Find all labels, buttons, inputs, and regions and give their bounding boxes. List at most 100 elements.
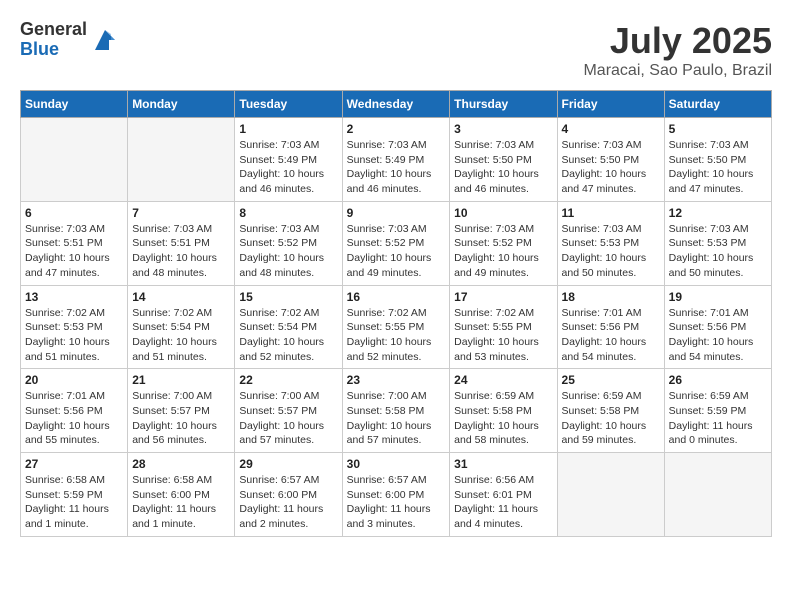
calendar-cell: 22 Sunrise: 7:00 AMSunset: 5:57 PMDayligh… bbox=[235, 369, 342, 453]
day-number: 5 bbox=[669, 122, 767, 136]
day-info: Sunrise: 7:02 AMSunset: 5:55 PMDaylight:… bbox=[454, 306, 552, 365]
week-row-4: 20Sunrise: 7:01 AMSunset: 5:56 PMDayligh… bbox=[21, 369, 772, 453]
day-info: Sunrise: 7:01 AMSunset: 5:56 PMDaylight:… bbox=[669, 306, 767, 365]
calendar-cell: 31 Sunrise: 6:56 AMSunset: 6:01 PMDayligh… bbox=[450, 453, 557, 537]
day-number: 8 bbox=[239, 206, 337, 220]
calendar-cell: 23Sunrise: 7:00 AMSunset: 5:58 PMDayligh… bbox=[342, 369, 450, 453]
weekday-header-monday: Monday bbox=[128, 91, 235, 118]
day-info: Sunrise: 7:00 AMSunset: 5:57 PMDaylight:… bbox=[132, 389, 230, 448]
calendar-cell: 14 Sunrise: 7:02 AMSunset: 5:54 PMDayligh… bbox=[128, 285, 235, 369]
calendar-table: SundayMondayTuesdayWednesdayThursdayFrid… bbox=[20, 90, 772, 537]
weekday-header-tuesday: Tuesday bbox=[235, 91, 342, 118]
calendar-cell: 11Sunrise: 7:03 AMSunset: 5:53 PMDayligh… bbox=[557, 201, 664, 285]
day-info: Sunrise: 7:03 AMSunset: 5:52 PMDaylight:… bbox=[347, 222, 446, 281]
day-number: 15 bbox=[239, 290, 337, 304]
calendar-cell: 5 Sunrise: 7:03 AMSunset: 5:50 PMDaylight… bbox=[664, 118, 771, 202]
day-info: Sunrise: 6:56 AMSunset: 6:01 PMDaylight:… bbox=[454, 473, 552, 532]
day-number: 1 bbox=[239, 122, 337, 136]
calendar-cell bbox=[21, 118, 128, 202]
logo-text: General Blue bbox=[20, 20, 87, 60]
day-number: 25 bbox=[562, 373, 660, 387]
day-number: 7 bbox=[132, 206, 230, 220]
calendar-cell: 16 Sunrise: 7:02 AMSunset: 5:55 PMDayligh… bbox=[342, 285, 450, 369]
logo: General Blue bbox=[20, 20, 119, 60]
calendar-cell bbox=[664, 453, 771, 537]
day-info: Sunrise: 7:03 AMSunset: 5:52 PMDaylight:… bbox=[239, 222, 337, 281]
page-header: General Blue July 2025 Maracai, Sao Paul… bbox=[20, 20, 772, 80]
calendar-cell: 4 Sunrise: 7:03 AMSunset: 5:50 PMDaylight… bbox=[557, 118, 664, 202]
day-info: Sunrise: 7:03 AMSunset: 5:50 PMDaylight:… bbox=[454, 138, 552, 197]
calendar-cell: 28Sunrise: 6:58 AMSunset: 6:00 PMDayligh… bbox=[128, 453, 235, 537]
calendar-cell: 3Sunrise: 7:03 AMSunset: 5:50 PMDaylight… bbox=[450, 118, 557, 202]
calendar-cell: 21Sunrise: 7:00 AMSunset: 5:57 PMDayligh… bbox=[128, 369, 235, 453]
day-info: Sunrise: 7:03 AMSunset: 5:49 PMDaylight:… bbox=[239, 138, 337, 197]
day-info: Sunrise: 6:59 AMSunset: 5:59 PMDaylight:… bbox=[669, 389, 767, 448]
day-info: Sunrise: 7:00 AMSunset: 5:58 PMDaylight:… bbox=[347, 389, 446, 448]
day-number: 2 bbox=[347, 122, 446, 136]
week-row-3: 13Sunrise: 7:02 AMSunset: 5:53 PMDayligh… bbox=[21, 285, 772, 369]
logo-icon bbox=[91, 26, 119, 54]
day-number: 16 bbox=[347, 290, 446, 304]
calendar-cell: 2 Sunrise: 7:03 AMSunset: 5:49 PMDaylight… bbox=[342, 118, 450, 202]
calendar-cell bbox=[128, 118, 235, 202]
day-info: Sunrise: 7:03 AMSunset: 5:51 PMDaylight:… bbox=[25, 222, 123, 281]
calendar-cell: 29 Sunrise: 6:57 AMSunset: 6:00 PMDayligh… bbox=[235, 453, 342, 537]
day-number: 11 bbox=[562, 206, 660, 220]
day-info: Sunrise: 6:57 AMSunset: 6:00 PMDaylight:… bbox=[347, 473, 446, 532]
day-info: Sunrise: 6:59 AMSunset: 5:58 PMDaylight:… bbox=[562, 389, 660, 448]
weekday-header-row: SundayMondayTuesdayWednesdayThursdayFrid… bbox=[21, 91, 772, 118]
day-info: Sunrise: 7:03 AMSunset: 5:51 PMDaylight:… bbox=[132, 222, 230, 281]
day-number: 13 bbox=[25, 290, 123, 304]
calendar-cell: 17Sunrise: 7:02 AMSunset: 5:55 PMDayligh… bbox=[450, 285, 557, 369]
calendar-cell: 26 Sunrise: 6:59 AMSunset: 5:59 PMDayligh… bbox=[664, 369, 771, 453]
day-number: 31 bbox=[454, 457, 552, 471]
day-info: Sunrise: 6:58 AMSunset: 5:59 PMDaylight:… bbox=[25, 473, 123, 532]
weekday-header-friday: Friday bbox=[557, 91, 664, 118]
calendar-cell: 12Sunrise: 7:03 AMSunset: 5:53 PMDayligh… bbox=[664, 201, 771, 285]
week-row-2: 6 Sunrise: 7:03 AMSunset: 5:51 PMDaylight… bbox=[21, 201, 772, 285]
calendar-cell bbox=[557, 453, 664, 537]
day-number: 30 bbox=[347, 457, 446, 471]
day-number: 27 bbox=[25, 457, 123, 471]
day-number: 6 bbox=[25, 206, 123, 220]
day-info: Sunrise: 6:59 AMSunset: 5:58 PMDaylight:… bbox=[454, 389, 552, 448]
day-number: 10 bbox=[454, 206, 552, 220]
day-info: Sunrise: 7:03 AMSunset: 5:49 PMDaylight:… bbox=[347, 138, 446, 197]
day-number: 14 bbox=[132, 290, 230, 304]
calendar-header: SundayMondayTuesdayWednesdayThursdayFrid… bbox=[21, 91, 772, 118]
day-number: 18 bbox=[562, 290, 660, 304]
day-info: Sunrise: 7:00 AMSunset: 5:57 PMDaylight:… bbox=[239, 389, 337, 448]
calendar-cell: 27 Sunrise: 6:58 AMSunset: 5:59 PMDayligh… bbox=[21, 453, 128, 537]
calendar-subtitle: Maracai, Sao Paulo, Brazil bbox=[583, 62, 772, 80]
calendar-cell: 18Sunrise: 7:01 AMSunset: 5:56 PMDayligh… bbox=[557, 285, 664, 369]
weekday-header-sunday: Sunday bbox=[21, 91, 128, 118]
calendar-cell: 8 Sunrise: 7:03 AMSunset: 5:52 PMDaylight… bbox=[235, 201, 342, 285]
day-number: 29 bbox=[239, 457, 337, 471]
calendar-cell: 13Sunrise: 7:02 AMSunset: 5:53 PMDayligh… bbox=[21, 285, 128, 369]
day-info: Sunrise: 7:03 AMSunset: 5:50 PMDaylight:… bbox=[562, 138, 660, 197]
calendar-cell: 9Sunrise: 7:03 AMSunset: 5:52 PMDaylight… bbox=[342, 201, 450, 285]
calendar-cell: 25 Sunrise: 6:59 AMSunset: 5:58 PMDayligh… bbox=[557, 369, 664, 453]
day-number: 4 bbox=[562, 122, 660, 136]
day-info: Sunrise: 6:57 AMSunset: 6:00 PMDaylight:… bbox=[239, 473, 337, 532]
calendar-body: 1 Sunrise: 7:03 AMSunset: 5:49 PMDaylight… bbox=[21, 118, 772, 537]
calendar-cell: 19 Sunrise: 7:01 AMSunset: 5:56 PMDayligh… bbox=[664, 285, 771, 369]
day-number: 26 bbox=[669, 373, 767, 387]
weekday-header-wednesday: Wednesday bbox=[342, 91, 450, 118]
day-info: Sunrise: 7:03 AMSunset: 5:50 PMDaylight:… bbox=[669, 138, 767, 197]
week-row-5: 27 Sunrise: 6:58 AMSunset: 5:59 PMDayligh… bbox=[21, 453, 772, 537]
calendar-cell: 7 Sunrise: 7:03 AMSunset: 5:51 PMDaylight… bbox=[128, 201, 235, 285]
day-number: 20 bbox=[25, 373, 123, 387]
weekday-header-saturday: Saturday bbox=[664, 91, 771, 118]
title-block: July 2025 Maracai, Sao Paulo, Brazil bbox=[583, 20, 772, 80]
week-row-1: 1 Sunrise: 7:03 AMSunset: 5:49 PMDaylight… bbox=[21, 118, 772, 202]
calendar-cell: 20Sunrise: 7:01 AMSunset: 5:56 PMDayligh… bbox=[21, 369, 128, 453]
logo-blue-text: Blue bbox=[20, 40, 87, 60]
day-info: Sunrise: 7:02 AMSunset: 5:54 PMDaylight:… bbox=[132, 306, 230, 365]
day-number: 28 bbox=[132, 457, 230, 471]
day-number: 22 bbox=[239, 373, 337, 387]
day-number: 19 bbox=[669, 290, 767, 304]
calendar-cell: 24Sunrise: 6:59 AMSunset: 5:58 PMDayligh… bbox=[450, 369, 557, 453]
day-info: Sunrise: 7:02 AMSunset: 5:55 PMDaylight:… bbox=[347, 306, 446, 365]
calendar-title: July 2025 bbox=[583, 20, 772, 62]
